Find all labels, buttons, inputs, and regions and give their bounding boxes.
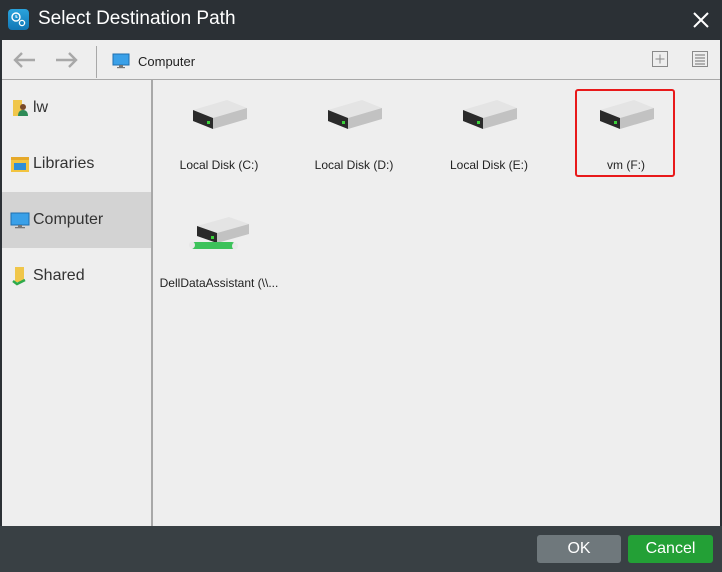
sidebar-item-label: Libraries: [33, 155, 95, 172]
dialog-footer: OK Cancel: [0, 526, 722, 572]
breadcrumb-label: Computer: [138, 53, 196, 69]
sidebar: lw Libraries Computer Shared: [2, 80, 153, 526]
forward-button[interactable]: [54, 50, 80, 70]
list-view-button[interactable]: [691, 50, 709, 68]
hard-drive-icon: [600, 100, 654, 129]
drive-item-d[interactable]: Local Disk (D:): [304, 90, 404, 178]
close-button[interactable]: [690, 9, 712, 31]
monitor-icon: [112, 53, 130, 69]
drive-item-f[interactable]: vm (F:): [575, 89, 676, 178]
drive-item-network[interactable]: DellDataAssistant (\\...: [160, 208, 278, 296]
hard-drive-icon: [193, 100, 247, 129]
sidebar-item-shared[interactable]: Shared: [2, 248, 151, 304]
dialog-title: Select Destination Path: [38, 8, 236, 29]
drive-item-e[interactable]: Local Disk (E:): [439, 90, 539, 178]
hard-drive-icon: [328, 100, 382, 129]
drive-label: vm (F:): [607, 158, 645, 172]
drive-label: Local Disk (C:): [179, 158, 259, 172]
back-button[interactable]: [11, 50, 37, 70]
new-folder-button[interactable]: [651, 50, 669, 68]
drive-list: Local Disk (C:) Local Disk (D:) Local Di…: [153, 80, 720, 526]
sidebar-item-computer[interactable]: Computer: [2, 192, 151, 248]
arrow-left-icon: [13, 52, 35, 68]
hard-drive-icon: [463, 100, 517, 129]
drive-label: Local Disk (D:): [314, 158, 394, 172]
list-view-icon: [692, 51, 708, 67]
sidebar-item-label: Shared: [33, 267, 85, 284]
toolbar-divider: [96, 46, 97, 78]
close-icon: [693, 12, 709, 28]
backup-gears-icon: [8, 9, 29, 30]
arrow-right-icon: [56, 52, 78, 68]
sidebar-item-lw[interactable]: lw: [2, 80, 151, 136]
ok-button[interactable]: OK: [537, 535, 621, 563]
breadcrumb[interactable]: Computer: [112, 51, 195, 71]
libraries-icon: [10, 154, 30, 174]
title-bar: Select Destination Path: [0, 0, 722, 40]
cancel-button[interactable]: Cancel: [628, 535, 713, 563]
drive-item-c[interactable]: Local Disk (C:): [169, 90, 269, 178]
drive-label: DellDataAssistant (\\...: [159, 276, 279, 290]
sidebar-item-label: lw: [33, 99, 49, 116]
new-folder-icon: [652, 51, 668, 67]
user-folder-icon: [10, 98, 30, 118]
monitor-icon: [10, 210, 30, 230]
dialog-body: Computer lw Libraries Computer Shared Lo…: [2, 40, 720, 526]
sidebar-item-label: Computer: [33, 211, 104, 228]
sidebar-item-libraries[interactable]: Libraries: [2, 136, 151, 192]
drive-label: Local Disk (E:): [449, 158, 529, 172]
toolbar: Computer: [2, 40, 720, 80]
network-drive-icon: [189, 217, 249, 250]
shared-folder-icon: [10, 266, 30, 286]
